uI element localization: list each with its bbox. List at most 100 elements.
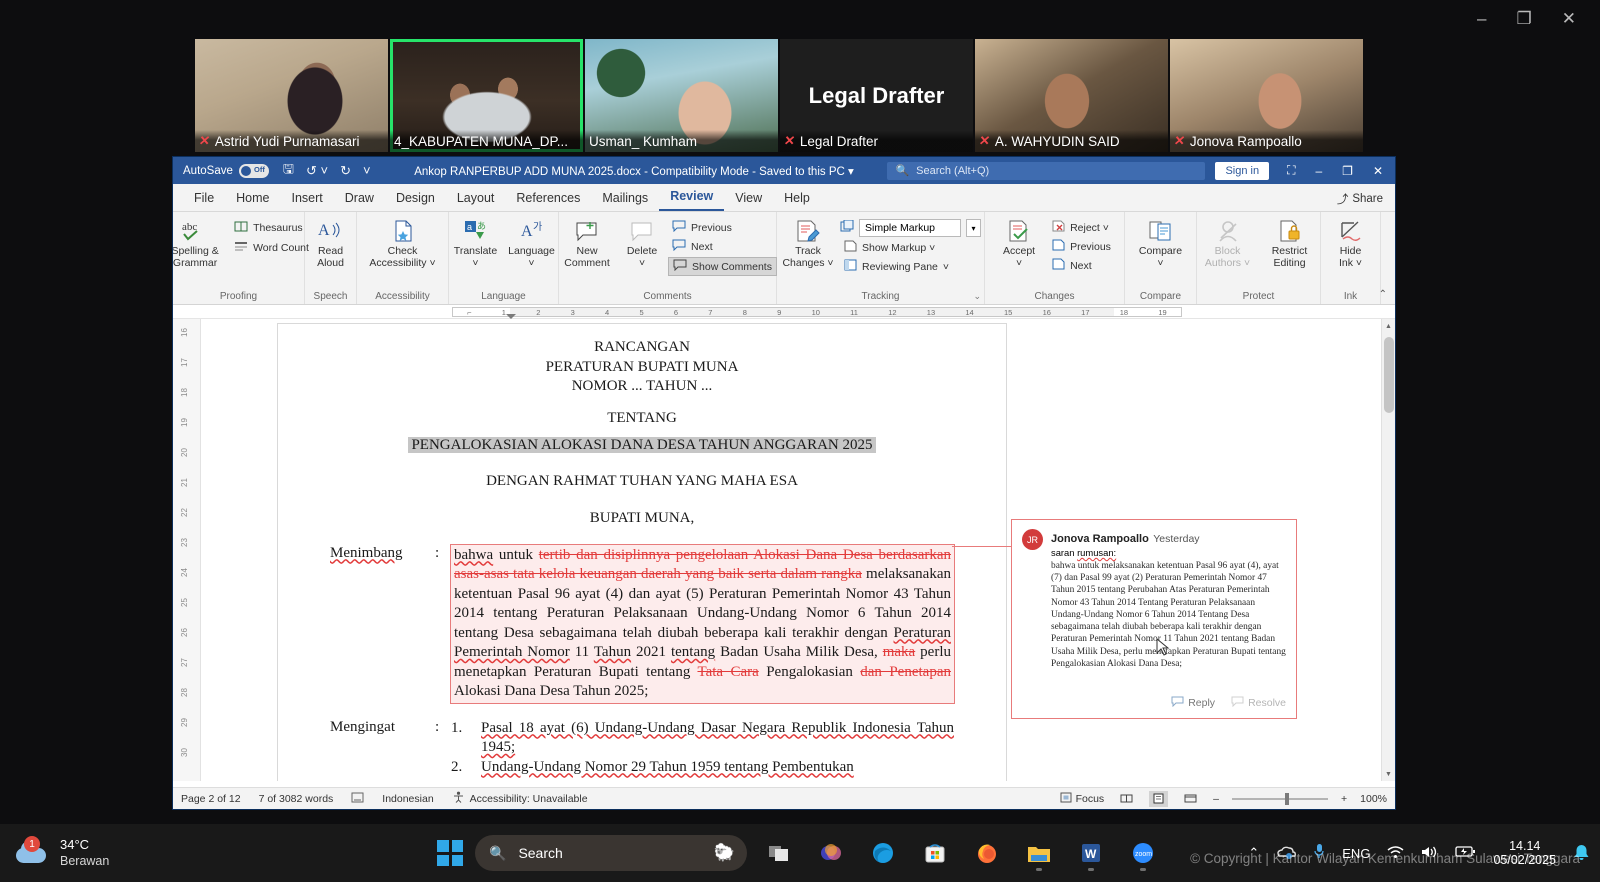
markup-mode-chevron-down-icon[interactable]: ▾ xyxy=(966,219,981,237)
zoom-minimize-button[interactable]: – xyxy=(1477,10,1486,27)
menimbang-text[interactable]: bahwa untuk tertib dan disiplinnya penge… xyxy=(450,543,955,704)
tab-help[interactable]: Help xyxy=(773,187,821,211)
block-authors-button[interactable]: Block Authors ˅ xyxy=(1199,215,1257,270)
delete-comment-button[interactable]: Delete ˅ xyxy=(620,215,664,270)
tab-layout[interactable]: Layout xyxy=(446,187,506,211)
tab-design[interactable]: Design xyxy=(385,187,446,211)
participant-tile[interactable]: ✕ Jonova Rampoallo xyxy=(1170,39,1363,152)
zoom-close-button[interactable]: ✕ xyxy=(1562,10,1576,27)
page-indicator[interactable]: Page 2 of 12 xyxy=(181,793,241,805)
translate-button[interactable]: aあ Translate ˅ xyxy=(450,215,502,270)
next-change-button[interactable]: Next xyxy=(1048,257,1115,274)
tab-file[interactable]: File xyxy=(183,187,225,211)
zoom-in-button[interactable]: + xyxy=(1341,793,1347,805)
vertical-scrollbar[interactable]: ▲ ▼ xyxy=(1381,319,1395,781)
zoom-icon[interactable]: zoom xyxy=(1123,833,1163,873)
thesaurus-button[interactable]: Thesaurus xyxy=(230,219,313,237)
check-accessibility-button[interactable]: Check Accessibility ˅ xyxy=(361,215,445,270)
collapse-ribbon-chevron-up-icon[interactable]: ⌃ xyxy=(1379,289,1387,300)
document-text[interactable]: RANCANGAN PERATURAN BUPATI MUNA NOMOR ..… xyxy=(278,324,1006,777)
edge-icon[interactable] xyxy=(863,833,903,873)
redo-icon[interactable]: ↻ xyxy=(340,163,351,179)
previous-change-button[interactable]: Previous xyxy=(1048,238,1115,255)
read-mode-button[interactable] xyxy=(1117,791,1136,807)
search-input[interactable]: 🔍 Search (Alt+Q) xyxy=(887,161,1206,180)
copilot-icon[interactable] xyxy=(811,833,851,873)
participant-tile[interactable]: ✕ Astrid Yudi Purnamasari xyxy=(195,39,388,152)
zoom-out-button[interactable]: – xyxy=(1213,793,1219,805)
web-layout-button[interactable] xyxy=(1181,791,1200,807)
scrollbar-thumb[interactable] xyxy=(1384,337,1394,413)
file-explorer-icon[interactable] xyxy=(1019,833,1059,873)
undo-icon[interactable]: ↺ ˅ xyxy=(306,163,328,179)
track-changes-button[interactable]: Track Changes ˅ xyxy=(780,215,836,270)
accessibility-indicator[interactable]: Accessibility: Unavailable xyxy=(452,791,588,806)
close-button[interactable]: ✕ xyxy=(1373,164,1383,178)
markup-mode-select[interactable]: Simple Markup ▾ xyxy=(840,219,981,237)
scroll-down-button[interactable]: ▼ xyxy=(1382,767,1395,781)
reviewing-pane-chevron-down-icon[interactable]: ˅ xyxy=(943,261,949,273)
tab-draw[interactable]: Draw xyxy=(334,187,385,211)
new-comment-button[interactable]: New Comment xyxy=(558,215,616,270)
zoom-slider[interactable] xyxy=(1232,792,1328,806)
sign-in-button[interactable]: Sign in xyxy=(1215,161,1270,180)
show-comments-button[interactable]: Show Comments xyxy=(668,257,777,276)
show-markup-button[interactable]: Show Markup ˅ xyxy=(840,239,981,256)
windows-start-icon[interactable] xyxy=(437,840,463,866)
compare-button[interactable]: Compare ˅ xyxy=(1130,215,1192,270)
microsoft-store-icon[interactable] xyxy=(915,833,955,873)
participant-tile[interactable]: Legal Drafter ✕ Legal Drafter xyxy=(780,39,973,152)
weather-widget[interactable]: 1 34°C Berawan xyxy=(0,836,300,870)
tab-insert[interactable]: Insert xyxy=(281,187,334,211)
markup-mode-value[interactable]: Simple Markup xyxy=(859,219,961,237)
tracking-dialog-launcher[interactable]: ⌄ xyxy=(973,291,981,302)
mengingat-item-text: Pasal 18 ayat (6) Undang-Undang Dasar Ne… xyxy=(481,719,954,756)
reviewing-pane-button[interactable]: Reviewing Pane ˅ xyxy=(840,258,981,275)
participant-tile[interactable]: ✕ A. WAHYUDIN SAID xyxy=(975,39,1168,152)
autosave-toggle[interactable]: Off xyxy=(238,163,269,178)
language-button[interactable]: A가 Language ˅ xyxy=(506,215,558,270)
word-count-indicator[interactable]: 7 of 3082 words xyxy=(259,793,334,805)
ribbon-display-options-icon[interactable]: ⛶ xyxy=(1287,163,1295,178)
save-icon[interactable]: 🖫 xyxy=(283,160,294,182)
comment-card[interactable]: JR Jonova Rampoallo Yesterday saran rumu… xyxy=(952,519,1297,719)
document-page[interactable]: RANCANGAN PERATURAN BUPATI MUNA NOMOR ..… xyxy=(277,323,1007,781)
firefox-icon[interactable] xyxy=(967,833,1007,873)
hide-ink-button[interactable]: Hide Ink ˅ xyxy=(1327,215,1375,270)
accept-button[interactable]: Accept ˅ xyxy=(994,215,1044,270)
horizontal-ruler[interactable]: ⌐ 1 2 3 4 5 6 7 8 9 10 11 12 13 14 15 16… xyxy=(173,305,1395,319)
taskbar-search-input[interactable]: 🔍 Search 🐑 xyxy=(475,835,747,871)
spelling-grammar-button[interactable]: abc Spelling & Grammar xyxy=(173,215,226,270)
autosave-control[interactable]: AutoSave Off xyxy=(177,163,275,178)
resolve-button[interactable]: Resolve xyxy=(1231,696,1286,710)
share-button[interactable]: ⤴ Share xyxy=(1337,191,1383,207)
tab-review[interactable]: Review xyxy=(659,185,725,211)
participant-tile[interactable]: Usman_ Kumham xyxy=(585,39,778,152)
word-icon[interactable]: W xyxy=(1071,833,1111,873)
reply-button[interactable]: Reply xyxy=(1171,696,1215,710)
zoom-slider-knob[interactable] xyxy=(1284,792,1289,805)
tab-references[interactable]: References xyxy=(505,187,591,211)
zoom-level[interactable]: 100% xyxy=(1360,793,1387,805)
word-count-button[interactable]: Word Count xyxy=(230,239,313,257)
reject-button[interactable]: Reject ˅ xyxy=(1048,219,1115,236)
language-indicator[interactable]: Indonesian xyxy=(382,793,433,805)
tab-home[interactable]: Home xyxy=(225,187,280,211)
proofing-errors-icon[interactable] xyxy=(351,792,364,806)
minimize-button[interactable]: – xyxy=(1315,164,1322,178)
print-layout-button[interactable] xyxy=(1149,790,1169,807)
next-comment-button[interactable]: Next xyxy=(668,238,777,255)
restrict-editing-button[interactable]: Restrict Editing xyxy=(1261,215,1319,270)
focus-button[interactable]: Focus xyxy=(1060,792,1104,806)
mengingat-list[interactable]: 1. Pasal 18 ayat (6) Undang-Undang Dasar… xyxy=(451,719,954,778)
tab-view[interactable]: View xyxy=(724,187,773,211)
customize-qat-icon[interactable]: ˅ xyxy=(363,163,371,178)
previous-comment-button[interactable]: Previous xyxy=(668,219,777,236)
task-view-icon[interactable] xyxy=(759,833,799,873)
tab-mailings[interactable]: Mailings xyxy=(591,187,659,211)
restore-button[interactable]: ❐ xyxy=(1342,164,1353,178)
participant-tile-active[interactable]: 4_KABUPATEN MUNA_DP... xyxy=(390,39,583,152)
scroll-up-button[interactable]: ▲ xyxy=(1382,319,1395,333)
zoom-maximize-button[interactable]: ❐ xyxy=(1517,10,1532,27)
read-aloud-button[interactable]: A Read Aloud xyxy=(308,215,354,270)
